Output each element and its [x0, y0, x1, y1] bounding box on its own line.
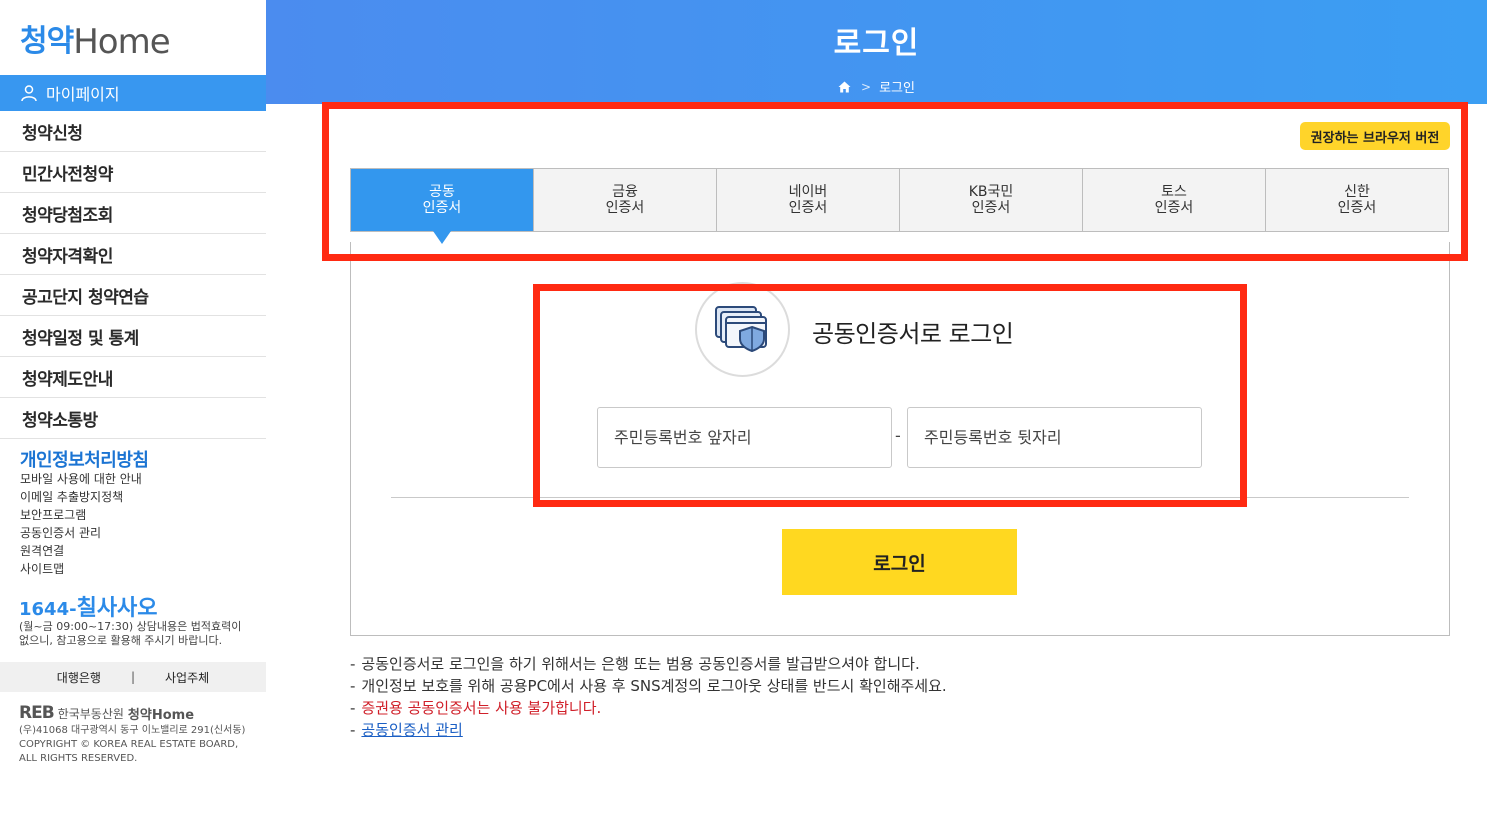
- tab-label-line2: 인증서: [971, 200, 1011, 216]
- link-email-policy[interactable]: 이메일 추출방지정책: [20, 488, 142, 506]
- breadcrumb: > 로그인: [266, 77, 1487, 96]
- tab-label-line1: 신한: [1344, 184, 1370, 200]
- tab-label-line1: 네이버: [788, 184, 828, 200]
- link-sitemap[interactable]: 사이트맵: [20, 560, 142, 578]
- page-title: 로그인: [833, 26, 920, 61]
- login-title: 공동인증서로 로그인: [812, 320, 1014, 348]
- sidebar-item-eligibility[interactable]: 청약자격확인: [0, 234, 266, 275]
- phone-word: 칠사사오: [76, 596, 158, 621]
- note-dash: -: [350, 699, 356, 717]
- note-item-warning: - 증권용 공동인증서는 사용 불가합니다.: [350, 697, 947, 719]
- reb-logo: REB 한국부동산원 청약Home: [19, 703, 194, 723]
- reb-mark: REB: [19, 703, 55, 723]
- note-item: - 공동인증서 관리: [350, 719, 947, 741]
- agent-bank-link[interactable]: 대행은행: [57, 669, 101, 686]
- tab-toss-cert[interactable]: 토스 인증서: [1083, 169, 1266, 231]
- reb-org-name: 한국부동산원: [57, 706, 124, 721]
- site-logo[interactable]: 청약 Home: [20, 22, 171, 62]
- phone-prefix: 1644-: [19, 599, 77, 620]
- sidebar-item-system-guide[interactable]: 청약제도안내: [0, 357, 266, 398]
- tab-shinhan-cert[interactable]: 신한 인증서: [1266, 169, 1448, 231]
- mypage-link[interactable]: 마이페이지: [0, 75, 266, 111]
- rrn-dash: -: [895, 426, 901, 445]
- login-button[interactable]: 로그인: [782, 529, 1017, 595]
- footer-text: (우)41068 대구광역시 동구 이노밸리로 291(신서동) COPYRIG…: [19, 724, 259, 766]
- rrn-back-input[interactable]: [907, 407, 1202, 468]
- address: (우)41068 대구광역시 동구 이노밸리로 291(신서동): [19, 725, 246, 736]
- page-header: 로그인 > 로그인: [266, 0, 1487, 104]
- sidebar: 청약 Home 마이페이지 청약신청 민간사전청약 청약당첨조회 청약자격확인 공…: [0, 0, 266, 838]
- sidebar-item-apply[interactable]: 청약신청: [0, 111, 266, 152]
- tab-naver-cert[interactable]: 네이버 인증서: [717, 169, 900, 231]
- tab-label-line2: 인증서: [1154, 200, 1194, 216]
- copyright-line-2: ALL RIGHTS RESERVED.: [19, 753, 138, 764]
- cert-manage-link[interactable]: 공동인증서 관리: [361, 721, 462, 739]
- page: 청약 Home 마이페이지 청약신청 민간사전청약 청약당첨조회 청약자격확인 공…: [0, 0, 1487, 838]
- note-item: - 개인정보 보호를 위해 공용PC에서 사용 후 SNS계정의 로그아웃 상태를…: [350, 675, 947, 697]
- note-dash: -: [350, 655, 356, 673]
- chevron-right-icon: >: [861, 79, 872, 94]
- rrn-front-input[interactable]: [597, 407, 892, 468]
- service-hours: (월~금 09:00~17:30) 상담내용은 법적효력이 없으니, 참고용으로…: [19, 620, 259, 648]
- link-cert-manage[interactable]: 공동인증서 관리: [20, 524, 142, 542]
- tab-label-line2: 인증서: [1337, 200, 1377, 216]
- copyright-line-1: COPYRIGHT © KOREA REAL ESTATE BOARD,: [19, 739, 239, 750]
- logo-korean: 청약: [20, 24, 74, 59]
- tab-financial-cert[interactable]: 금융 인증서: [534, 169, 717, 231]
- sidebar-item-winner-lookup[interactable]: 청약당첨조회: [0, 193, 266, 234]
- tab-kb-cert[interactable]: KB국민 인증서: [900, 169, 1083, 231]
- note-dash: -: [350, 721, 356, 739]
- sidebar-item-schedule-stats[interactable]: 청약일정 및 통계: [0, 316, 266, 357]
- cert-tabs: 공동 인증서 금융 인증서 네이버 인증서 KB국민 인증서 토스 인증서 신한…: [350, 168, 1449, 244]
- privacy-policy-link[interactable]: 개인정보처리방침: [20, 446, 149, 472]
- tab-label-line2: 인증서: [605, 200, 645, 216]
- tab-label-line2: 인증서: [788, 200, 828, 216]
- note-item: - 공동인증서로 로그인을 하기 위해서는 은행 또는 범용 공동인증서를 발급받…: [350, 653, 947, 675]
- tab-label-line1: 금융: [612, 184, 638, 200]
- tab-label-line1: 토스: [1161, 184, 1187, 200]
- business-entity-link[interactable]: 사업주체: [165, 669, 209, 686]
- tab-label-line1: 공동: [429, 184, 455, 200]
- certificate-icon: [695, 282, 790, 377]
- bank-separator: |: [130, 670, 136, 684]
- sidebar-item-practice[interactable]: 공고단지 청약연습: [0, 275, 266, 316]
- divider: [391, 497, 1409, 498]
- tab-label-line2: 인증서: [422, 200, 462, 216]
- recommended-browser-button[interactable]: 권장하는 브라우저 버전: [1300, 122, 1450, 150]
- sidebar-item-communication[interactable]: 청약소통방: [0, 398, 266, 439]
- link-security-program[interactable]: 보안프로그램: [20, 506, 142, 524]
- tab-label-line1: KB국민: [968, 184, 1014, 200]
- sidebar-menu: 청약신청 민간사전청약 청약당첨조회 청약자격확인 공고단지 청약연습 청약일정…: [0, 111, 266, 439]
- reb-service-name: 청약Home: [127, 707, 195, 723]
- phone-number: 1644-칠사사오: [19, 590, 158, 622]
- certificate-shield-icon: [714, 305, 767, 352]
- person-icon: [21, 85, 37, 102]
- mypage-label: 마이페이지: [46, 85, 120, 104]
- bank-bar: 대행은행 | 사업주체: [0, 662, 266, 692]
- note-dash: -: [350, 677, 356, 695]
- link-mobile-guide[interactable]: 모바일 사용에 대한 안내: [20, 470, 142, 488]
- link-remote[interactable]: 원격연결: [20, 542, 142, 560]
- sidebar-item-private-pre-apply[interactable]: 민간사전청약: [0, 152, 266, 193]
- tab-joint-cert[interactable]: 공동 인증서: [351, 169, 534, 244]
- note-text: 개인정보 보호를 위해 공용PC에서 사용 후 SNS계정의 로그아웃 상태를 …: [361, 677, 947, 695]
- login-notes: - 공동인증서로 로그인을 하기 위해서는 은행 또는 범용 공동인증서를 발급받…: [350, 653, 947, 741]
- logo-english: Home: [73, 22, 170, 62]
- breadcrumb-current: 로그인: [879, 81, 915, 96]
- home-icon[interactable]: [838, 81, 851, 93]
- hours-line-2: 없으니, 참고용으로 활용해 주시기 바랍니다.: [19, 634, 223, 647]
- note-text: 증권용 공동인증서는 사용 불가합니다.: [361, 699, 602, 717]
- hours-line-1: (월~금 09:00~17:30) 상담내용은 법적효력이: [19, 620, 242, 633]
- note-text: 공동인증서로 로그인을 하기 위해서는 은행 또는 범용 공동인증서를 발급받으…: [361, 655, 920, 673]
- footer-links: 모바일 사용에 대한 안내 이메일 추출방지정책 보안프로그램 공동인증서 관리…: [20, 470, 142, 578]
